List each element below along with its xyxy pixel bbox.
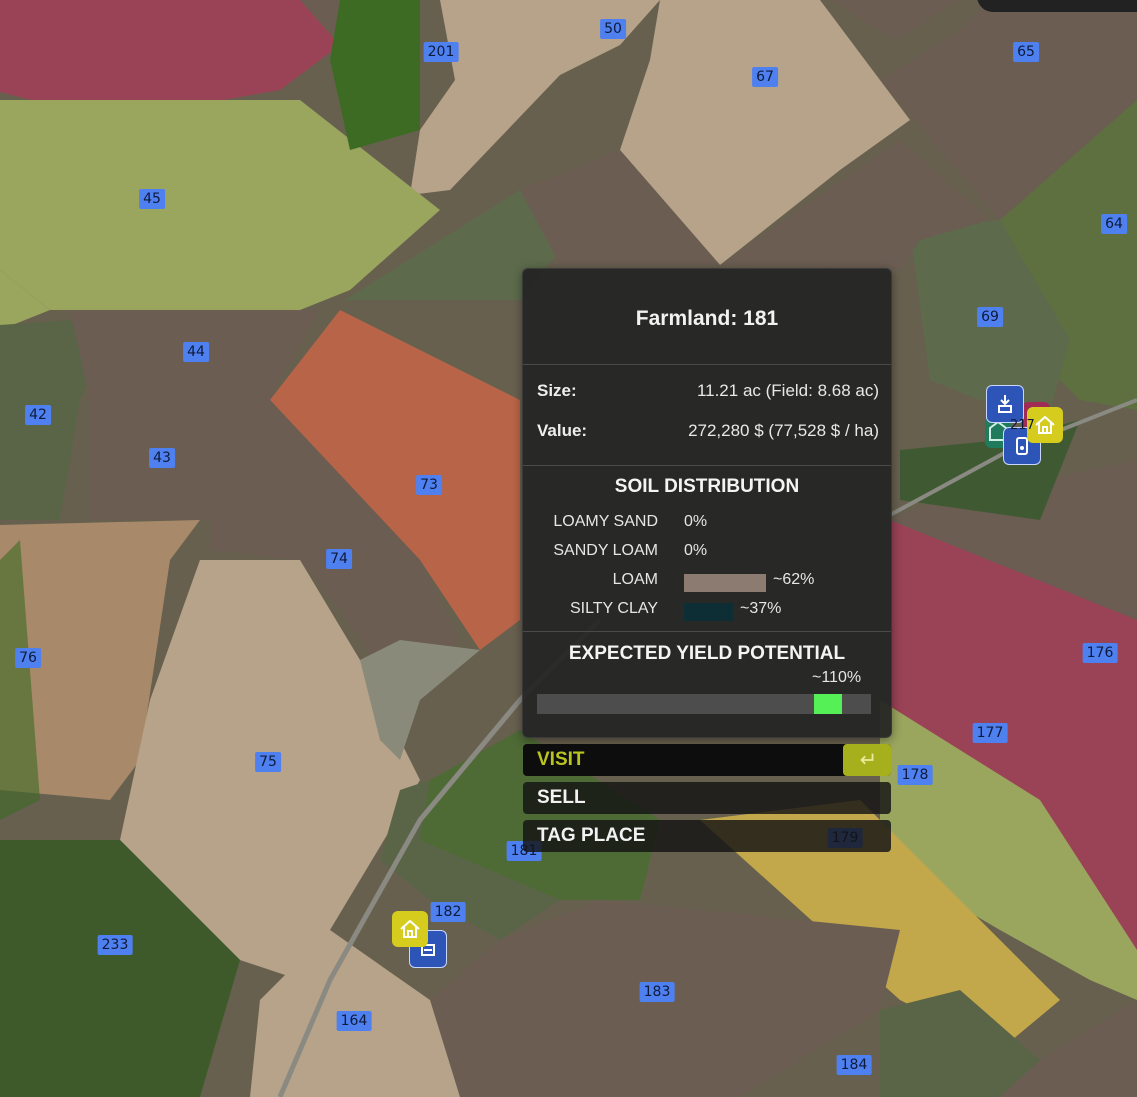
divider bbox=[523, 364, 891, 365]
soil-bar bbox=[684, 574, 766, 592]
tag-place-button[interactable]: TAG PLACE bbox=[523, 820, 891, 852]
visit-button[interactable]: VISIT bbox=[523, 744, 891, 776]
yield-value: ~110% bbox=[812, 669, 862, 686]
soil-percent: ~37% bbox=[740, 600, 782, 617]
soil-bar bbox=[684, 603, 733, 621]
field-label-44[interactable]: 44 bbox=[183, 342, 209, 362]
divider bbox=[523, 631, 891, 632]
panel-title: Farmland: 181 bbox=[635, 307, 779, 330]
soil-percent: ~62% bbox=[773, 571, 815, 588]
field-label-64[interactable]: 64 bbox=[1101, 214, 1127, 234]
size-value: 11.21 ac (Field: 8.68 ac) bbox=[696, 381, 879, 400]
yield-title: EXPECTED YIELD POTENTIAL bbox=[568, 643, 846, 664]
yield-bar-fill bbox=[814, 694, 842, 714]
field-label-69[interactable]: 69 bbox=[977, 307, 1003, 327]
field-label-75[interactable]: 75 bbox=[255, 752, 281, 772]
field-label-177[interactable]: 177 bbox=[972, 723, 1008, 743]
enter-key-icon[interactable] bbox=[843, 744, 891, 776]
field-label-67[interactable]: 67 bbox=[752, 67, 778, 87]
soil-row: LOAM ~62% bbox=[523, 571, 891, 593]
soil-row: SANDY LOAM 0% bbox=[523, 542, 891, 564]
value-label: Value: bbox=[537, 421, 588, 440]
soil-row: SILTY CLAY ~37% bbox=[523, 600, 891, 622]
soil-name: SANDY LOAM bbox=[553, 542, 658, 559]
value-value: 272,280 $ (77,528 $ / ha) bbox=[688, 421, 879, 440]
visit-label: VISIT bbox=[537, 749, 585, 770]
soil-name: LOAM bbox=[612, 571, 658, 588]
sell-button[interactable]: SELL bbox=[523, 782, 891, 814]
soil-percent: 0% bbox=[684, 542, 708, 559]
field-label-45[interactable]: 45 bbox=[139, 189, 165, 209]
field-label-65[interactable]: 65 bbox=[1013, 42, 1039, 62]
field-label-233[interactable]: 233 bbox=[97, 935, 133, 955]
field-label-176[interactable]: 176 bbox=[1082, 643, 1118, 663]
field-label-201[interactable]: 201 bbox=[423, 42, 459, 62]
divider bbox=[523, 465, 891, 466]
field-label-partial: 217 bbox=[1010, 418, 1035, 433]
field-label-50[interactable]: 50 bbox=[600, 19, 626, 39]
field-label-43[interactable]: 43 bbox=[149, 448, 175, 468]
field-label-178[interactable]: 178 bbox=[897, 765, 933, 785]
field-label-183[interactable]: 183 bbox=[639, 982, 675, 1002]
soil-distribution-title: SOIL DISTRIBUTION bbox=[614, 476, 800, 497]
field-label-164[interactable]: 164 bbox=[336, 1011, 372, 1031]
soil-name: LOAMY SAND bbox=[553, 513, 658, 530]
tag-place-label: TAG PLACE bbox=[537, 825, 646, 846]
soil-name: SILTY CLAY bbox=[569, 600, 658, 617]
soil-row: LOAMY SAND 0% bbox=[523, 513, 891, 535]
field-label-184[interactable]: 184 bbox=[836, 1055, 872, 1075]
sell-label: SELL bbox=[537, 787, 586, 808]
size-label: Size: bbox=[537, 381, 577, 400]
field-label-182[interactable]: 182 bbox=[430, 902, 466, 922]
topbar-fragment bbox=[977, 0, 1137, 12]
home-icon[interactable] bbox=[392, 911, 428, 947]
soil-percent: 0% bbox=[684, 513, 708, 530]
yield-bar bbox=[537, 694, 871, 714]
field-label-42[interactable]: 42 bbox=[25, 405, 51, 425]
farmland-info-panel: Farmland: 181 Size: 11.21 ac (Field: 8.6… bbox=[522, 268, 892, 738]
field-label-76[interactable]: 76 bbox=[15, 648, 41, 668]
field-label-74[interactable]: 74 bbox=[326, 549, 352, 569]
field-label-73[interactable]: 73 bbox=[416, 475, 442, 495]
